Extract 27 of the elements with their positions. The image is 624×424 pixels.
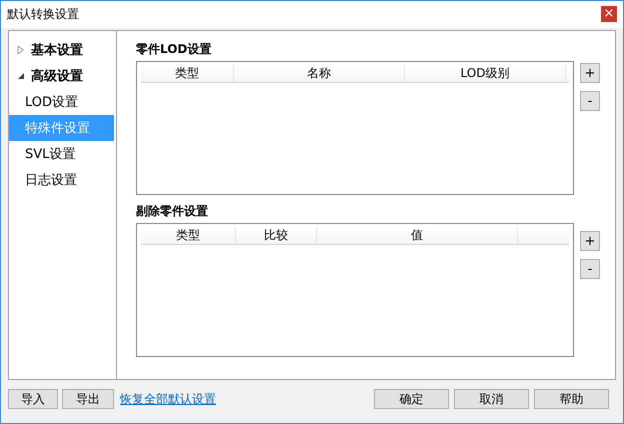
export-button[interactable]: 导出 (62, 389, 114, 409)
remove-button[interactable]: - (580, 259, 600, 279)
section-title: 剔除零件设置 (136, 203, 209, 220)
column-header[interactable]: 类型 (141, 227, 236, 244)
expanded-arrow-icon[interactable] (17, 72, 25, 80)
window-title: 默认转换设置 (7, 6, 79, 22)
section-title: 零件LOD设置 (136, 41, 212, 58)
collapsed-arrow-icon[interactable] (17, 46, 25, 54)
add-button[interactable]: + (580, 63, 600, 83)
tree-item[interactable]: 日志设置 (25, 171, 77, 189)
column-header[interactable]: 类型 (141, 65, 234, 82)
cancel-button[interactable]: 取消 (454, 389, 529, 409)
help-button[interactable]: 帮助 (534, 389, 609, 409)
ok-button[interactable]: 确定 (374, 389, 449, 409)
tree-item[interactable]: 高级设置 (31, 67, 83, 85)
column-header[interactable]: 值 (317, 227, 518, 244)
tree-item[interactable]: 基本设置 (31, 41, 83, 59)
import-button[interactable]: 导入 (8, 389, 58, 409)
close-button[interactable]: × (601, 6, 617, 22)
restore-defaults-link[interactable]: 恢复全部默认设置 (120, 390, 216, 408)
column-header[interactable]: 比较 (236, 227, 317, 244)
tree-item[interactable]: LOD设置 (25, 93, 78, 111)
column-header[interactable]: LOD级别 (405, 65, 566, 82)
column-header[interactable]: 名称 (234, 65, 405, 82)
add-button[interactable]: + (580, 231, 600, 251)
tree-item[interactable]: SVL设置 (25, 145, 76, 163)
remove-button[interactable]: - (580, 91, 600, 111)
